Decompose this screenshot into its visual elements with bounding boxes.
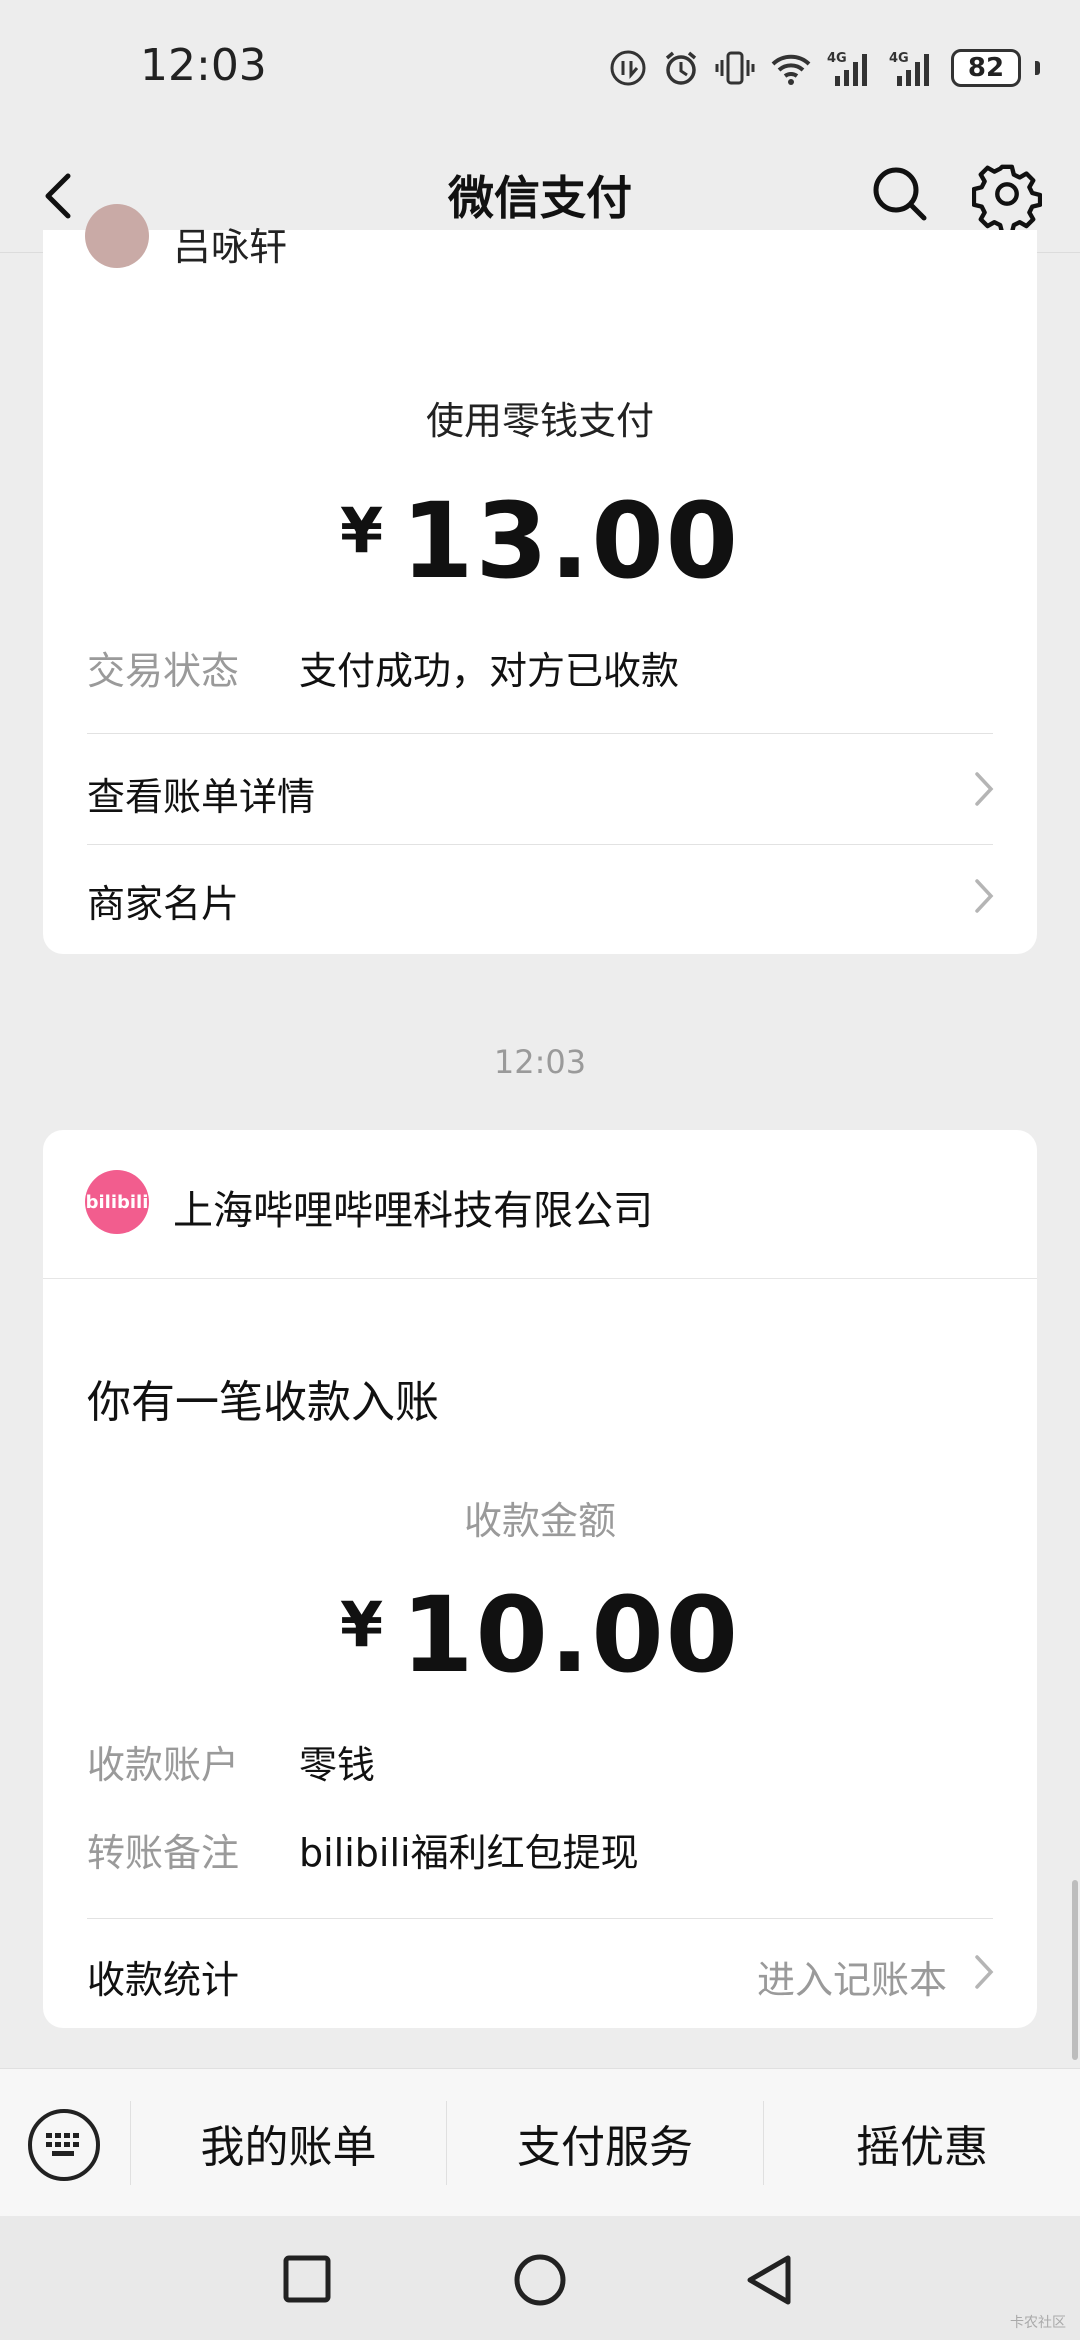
keyboard-icon: [46, 2133, 79, 2156]
svg-text:4G: 4G: [889, 51, 909, 66]
note-label: 转账备注: [87, 1831, 240, 1875]
divider: [43, 1278, 1037, 1279]
status-time: 12:03: [140, 40, 267, 91]
alarm-icon: [665, 51, 697, 85]
row-label: 商家名片: [87, 882, 240, 926]
status-bar: 12:03 4G 4G 82: [0, 0, 1080, 140]
status-value: 支付成功，对方已收款: [299, 649, 680, 693]
account-value: 零钱: [299, 1743, 376, 1787]
receipt-amount: ¥10.00: [43, 1574, 1037, 1696]
chevron-right-icon: [975, 879, 994, 913]
battery-nub: [1035, 61, 1040, 75]
stats-label: 收款统计: [87, 1958, 240, 2002]
battery-icon: 82: [951, 49, 1021, 87]
watermark: 卡农社区: [1010, 2315, 1066, 2331]
amount-label: 收款金额: [463, 1499, 616, 1543]
chevron-right-icon: [975, 772, 994, 806]
bottom-menu: 我的账单 支付服务 摇优惠: [0, 2068, 1080, 2217]
view-bill-details-row[interactable]: 查看账单详情: [43, 734, 1037, 844]
wifi-icon: [771, 54, 811, 85]
signal-4g-icon: 4G: [827, 51, 867, 86]
pay-method-label: 使用零钱支付: [425, 399, 654, 443]
search-icon[interactable]: [864, 158, 936, 230]
payment-card: 吕咏轩 使用零钱支付 ¥13.00 交易状态 支付成功，对方已收款 查看账单详情…: [43, 204, 1037, 954]
menu-my-bills[interactable]: 我的账单: [131, 2069, 446, 2217]
note-value: bilibili福利红包提现: [299, 1831, 639, 1875]
gear-icon[interactable]: [972, 158, 1042, 230]
bookkeeping-link[interactable]: 进入记账本: [757, 1949, 947, 2004]
vibrate-icon: [715, 51, 755, 85]
bilibili-logo: bilibili: [85, 1170, 149, 1234]
row-label: 查看账单详情: [87, 775, 316, 819]
system-navigation-bar: 卡农社区: [0, 2216, 1080, 2340]
receipt-card[interactable]: bilibili 上海哔哩哔哩科技有限公司 你有一笔收款入账 收款金额 ¥10.…: [43, 1130, 1037, 2028]
status-icons: 4G 4G 82: [609, 44, 1040, 92]
status-label: 交易状态: [87, 649, 240, 693]
currency-symbol: ¥: [339, 1588, 384, 1661]
back-triangle-icon[interactable]: [742, 2252, 796, 2308]
signal-4g-icon-2: 4G: [889, 51, 929, 86]
menu-payment-services[interactable]: 支付服务: [447, 2069, 763, 2217]
merchant-name: 上海哔哩哔哩科技有限公司: [173, 1188, 653, 1234]
svg-text:4G: 4G: [827, 51, 847, 66]
merchant-avatar: [85, 204, 149, 268]
merchant-name: 吕咏轩: [173, 225, 288, 269]
keyboard-toggle-button[interactable]: [28, 2109, 100, 2181]
receipt-stats-row[interactable]: 收款统计 进入记账本: [43, 1919, 1037, 2027]
home-circle-icon[interactable]: [512, 2252, 568, 2308]
amount-value: 13.00: [401, 480, 741, 602]
scrollbar[interactable]: [1072, 1880, 1078, 2060]
menu-shake-deals[interactable]: 摇优惠: [764, 2069, 1080, 2217]
receipt-headline: 你有一笔收款入账: [87, 1377, 439, 1428]
merchant-card-row[interactable]: 商家名片: [43, 845, 1037, 951]
amount-value: 10.00: [401, 1574, 741, 1696]
recents-square-icon[interactable]: [282, 2254, 332, 2304]
hd-call-icon: [610, 50, 646, 86]
currency-symbol: ¥: [339, 494, 384, 567]
payment-amount: ¥13.00: [43, 480, 1037, 602]
message-timestamp: 12:03: [493, 1043, 587, 1081]
account-label: 收款账户: [87, 1743, 240, 1787]
chevron-right-icon: [975, 1955, 994, 1989]
